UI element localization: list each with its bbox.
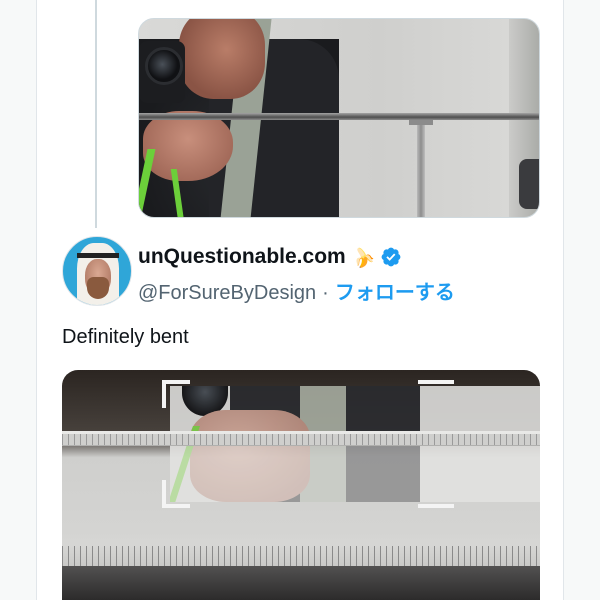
crop-handle-top-left[interactable]: [162, 380, 190, 384]
handle[interactable]: @ForSureByDesign: [138, 282, 316, 304]
ruler-top-ticks: [62, 434, 540, 446]
avatar-beard: [87, 277, 109, 299]
display-name-text: unQuestionable.com: [138, 245, 346, 268]
tweet-text: Definitely bent: [62, 326, 189, 348]
avatar[interactable]: [62, 236, 132, 306]
verified-badge-icon: [381, 247, 401, 267]
follow-button[interactable]: フォローする: [335, 282, 455, 304]
photo-face: [179, 19, 265, 99]
tweet-media-photo-2[interactable]: [62, 370, 540, 600]
handle-row: @ForSureByDesign · フォローする: [138, 276, 455, 305]
crop-handle-bottom-left-vertical[interactable]: [162, 480, 166, 508]
photo-camera-lens: [145, 47, 183, 85]
thread-connector-line: [95, 0, 97, 228]
crop-handle-bottom-left[interactable]: [162, 504, 190, 508]
display-name[interactable]: unQuestionable.com 🍌: [138, 243, 402, 270]
crop-handle-bottom-right[interactable]: [418, 504, 454, 508]
photo-bent-bar: [139, 113, 539, 120]
crop-handle-top-left-vertical[interactable]: [162, 380, 166, 408]
separator-dot: ·: [322, 282, 329, 304]
photo-object-right: [519, 159, 539, 209]
photo-dark-bottom-band: [62, 566, 540, 600]
crop-handle-top-right[interactable]: [418, 380, 454, 384]
ruler-bottom-ticks: [62, 546, 540, 566]
banana-icon: 🍌: [348, 243, 377, 270]
tweet-media-photo-1[interactable]: [138, 18, 540, 218]
photo-pole: [417, 119, 425, 217]
photo-hand: [143, 111, 233, 181]
avatar-headband: [77, 253, 119, 258]
